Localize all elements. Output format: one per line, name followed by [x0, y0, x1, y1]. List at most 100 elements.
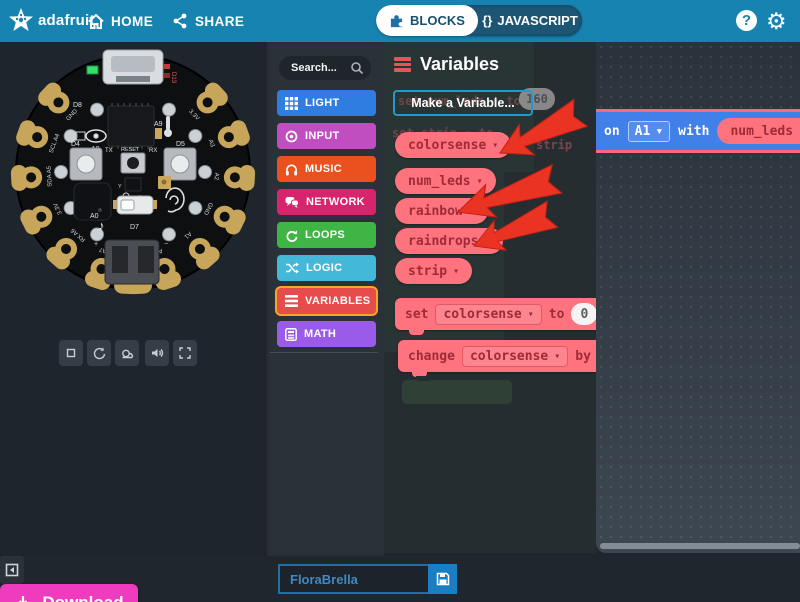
- category-label: NETWORK: [306, 196, 365, 208]
- blocks-workspace[interactable]: on A1▾ with num_leds▾ pix: [596, 42, 800, 553]
- download-button[interactable]: Download: [0, 584, 138, 602]
- plus-label: +: [94, 241, 98, 248]
- category-light[interactable]: LIGHT: [277, 90, 376, 116]
- faded-block-text: ato strip: [536, 124, 596, 152]
- dropdown-caret-icon: ▾: [453, 266, 459, 277]
- restart-icon: [92, 346, 106, 360]
- dropdown-caret-icon: ▾: [469, 206, 475, 217]
- headphones-icon: [285, 163, 298, 176]
- chat-bubbles-icon: [285, 196, 299, 209]
- d13-label: D13: [170, 72, 176, 84]
- makecode-editor: adafruit HOME SHARE BLOCKS {}: [0, 0, 800, 602]
- num-leds-pill[interactable]: num_leds▾: [717, 118, 800, 144]
- variable-dropdown[interactable]: colorsense▾: [435, 304, 541, 325]
- search-icon: [350, 61, 364, 75]
- variable-pill-rainbow[interactable]: rainbow▾: [395, 198, 488, 224]
- category-label: MATH: [304, 328, 336, 340]
- tab-javascript-label: JAVASCRIPT: [497, 13, 577, 28]
- floppy-icon: [436, 572, 450, 586]
- category-label: INPUT: [305, 130, 340, 142]
- bottom-bar: Download: [0, 556, 800, 602]
- project-name-group: [278, 564, 457, 594]
- dropdown-caret-icon: ▾: [484, 236, 490, 247]
- sim-slowmo-button[interactable]: [115, 340, 139, 366]
- flyout-title: Variables: [394, 54, 499, 75]
- download-icon: [14, 595, 32, 602]
- tx-label: TX: [105, 148, 113, 154]
- category-logic[interactable]: LOGIC: [277, 255, 376, 281]
- settings-button[interactable]: ⚙: [766, 6, 787, 36]
- set-variable-block[interactable]: set colorsense▾ to 0: [395, 298, 596, 330]
- download-label: Download: [42, 593, 123, 602]
- sim-volume-button[interactable]: [145, 340, 169, 366]
- save-button[interactable]: [428, 564, 457, 594]
- faded-next-block: [402, 380, 512, 404]
- tab-blocks-label: BLOCKS: [410, 13, 465, 28]
- braces-icon: {}: [482, 13, 492, 28]
- category-math[interactable]: MATH: [277, 321, 376, 347]
- pad-label: SDA A5: [47, 165, 54, 187]
- help-button[interactable]: ?: [736, 10, 757, 31]
- adafruit-star-icon: [8, 7, 34, 33]
- snail-icon: [120, 346, 134, 360]
- share-button[interactable]: SHARE: [164, 8, 252, 34]
- collapse-simulator-button[interactable]: [0, 556, 24, 584]
- category-music[interactable]: MUSIC: [277, 156, 376, 182]
- category-network[interactable]: NETWORK: [277, 189, 376, 215]
- reset-label: RESET: [121, 147, 140, 153]
- tab-javascript[interactable]: {} JAVASCRIPT: [478, 5, 582, 36]
- home-icon: [88, 14, 104, 29]
- dropdown-caret-icon: ▾: [528, 309, 534, 320]
- tab-blocks[interactable]: BLOCKS: [376, 5, 478, 36]
- main-chip: [108, 103, 154, 149]
- horizontal-scrollbar[interactable]: [600, 543, 800, 549]
- variable-dropdown[interactable]: colorsense▾: [462, 346, 568, 367]
- sim-fullscreen-button[interactable]: [173, 340, 197, 366]
- share-label: SHARE: [195, 14, 244, 29]
- sim-stop-button[interactable]: [59, 340, 83, 366]
- volume-icon: [150, 346, 164, 360]
- make-variable-button[interactable]: Make a Variable...: [393, 90, 533, 116]
- project-name-input[interactable]: [278, 564, 428, 594]
- target-icon: [285, 130, 298, 143]
- block-toolbox: LIGHT INPUT MUSIC NETWORK: [264, 42, 384, 556]
- pad-label: A2: [213, 173, 219, 181]
- d7-label: D7: [130, 224, 139, 231]
- create-strip-block[interactable]: on A1▾ with num_leds▾ pix: [596, 112, 800, 150]
- sim-restart-button[interactable]: [87, 340, 111, 366]
- variable-pill-colorsense[interactable]: colorsense▾: [395, 132, 511, 158]
- variables-icon: [394, 57, 411, 72]
- variable-pill-num-leds[interactable]: num_leds▾: [395, 168, 496, 194]
- battery-connector: + −: [94, 240, 168, 284]
- shuffle-icon: [285, 262, 299, 274]
- set-strip-block-edge[interactable]: on A1▾ with num_leds▾ pix: [596, 109, 800, 153]
- gear-icon: ⚙: [766, 8, 787, 34]
- y-axis-label: Y: [118, 184, 122, 190]
- d5-label: D5: [176, 141, 185, 148]
- block-text: on: [604, 124, 620, 139]
- dropdown-caret-icon: ▾: [477, 176, 483, 187]
- category-label: VARIABLES: [305, 295, 370, 307]
- circuit-playground-board[interactable]: GND SCL A4 SDA A5 3.3V RX A6 TX A7 GND 3…: [8, 48, 258, 300]
- category-label: MUSIC: [305, 163, 342, 175]
- category-variables[interactable]: VARIABLES: [277, 288, 376, 314]
- home-button[interactable]: HOME: [80, 8, 161, 34]
- category-label: LIGHT: [305, 97, 340, 109]
- grid-icon: [285, 97, 298, 110]
- minus-label: −: [164, 241, 168, 248]
- fullscreen-icon: [178, 346, 192, 360]
- category-input[interactable]: INPUT: [277, 123, 376, 149]
- toolbox-divider: [270, 352, 378, 353]
- header-bar: adafruit HOME SHARE BLOCKS {}: [0, 0, 800, 42]
- pin-dropdown[interactable]: A1▾: [628, 121, 670, 142]
- block-text: with: [678, 124, 709, 139]
- d4-label: D4: [71, 141, 80, 148]
- category-loops[interactable]: LOOPS: [277, 222, 376, 248]
- editor-mode-toggle: BLOCKS {} JAVASCRIPT: [376, 5, 582, 36]
- value-input[interactable]: 0: [571, 303, 596, 325]
- lines-icon: [285, 295, 298, 307]
- variable-pill-strip[interactable]: strip▾: [395, 258, 472, 284]
- variable-pill-raindrops[interactable]: raindrops▾: [395, 228, 503, 254]
- rx-label: RX: [149, 148, 157, 154]
- change-variable-block[interactable]: change colorsense▾ by 1: [398, 340, 596, 372]
